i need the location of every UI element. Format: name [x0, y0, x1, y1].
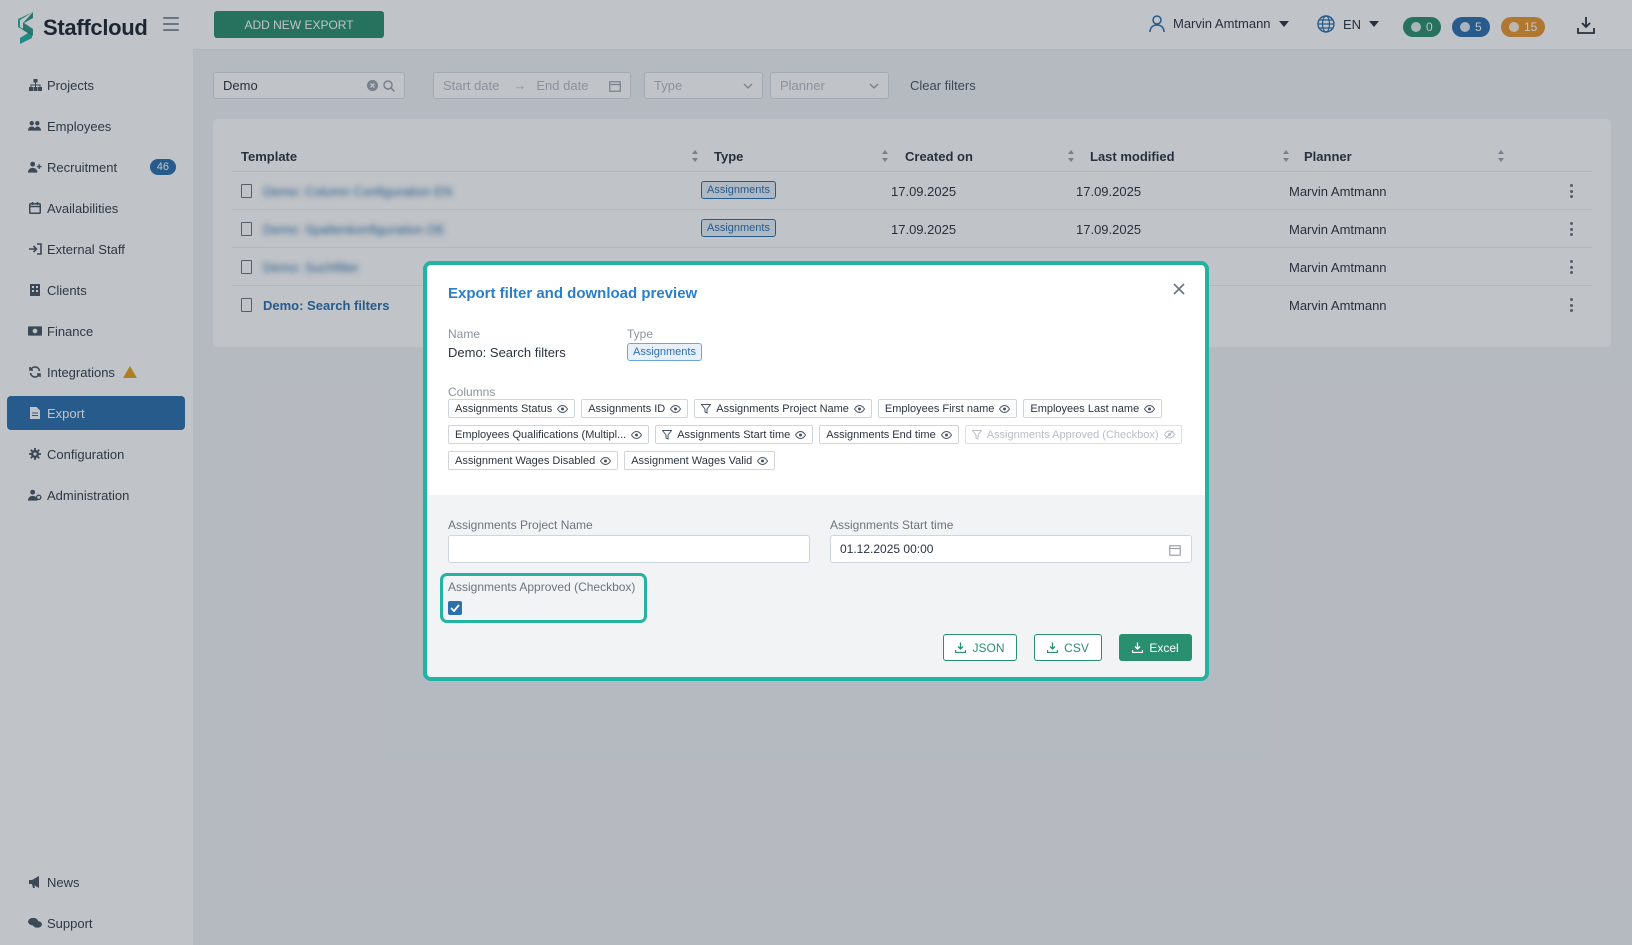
download-json-button[interactable]: JSON: [943, 634, 1017, 661]
csv-label: CSV: [1064, 640, 1089, 655]
start-time-value: 01.12.2025 00:00: [840, 542, 934, 556]
download-icon: [1047, 642, 1059, 653]
column-chip[interactable]: Assignments Project Name: [694, 399, 872, 418]
column-chip-label: Assignments ID: [588, 402, 666, 415]
columns-label: Columns: [448, 385, 496, 399]
eye-icon[interactable]: [999, 404, 1011, 413]
eye-icon[interactable]: [600, 456, 612, 465]
eye-icon[interactable]: [1144, 404, 1156, 413]
filter-icon: [701, 403, 712, 414]
column-chip-label: Assignments Start time: [677, 428, 791, 441]
filter-icon: [971, 429, 982, 440]
column-chip[interactable]: Employees Qualifications (Multipl...: [448, 425, 650, 444]
column-chip[interactable]: Assignments Start time: [655, 425, 814, 444]
project-name-label: Assignments Project Name: [448, 518, 593, 532]
eye-icon[interactable]: [940, 430, 952, 439]
column-chip-label: Assignments Project Name: [716, 402, 849, 415]
start-time-label: Assignments Start time: [830, 518, 954, 532]
column-chip-hidden[interactable]: Assignments Approved (Checkbox): [964, 425, 1182, 444]
filter-icon: [662, 429, 673, 440]
type-tag: Assignments: [627, 343, 702, 361]
column-chip-label: Assignments Status: [455, 402, 553, 415]
column-chip[interactable]: Assignment Wages Valid: [624, 451, 776, 470]
eye-icon[interactable]: [757, 456, 769, 465]
columns-list: Assignments Status Assignments ID Assign…: [448, 399, 1188, 470]
column-chip[interactable]: Assignments Status: [448, 399, 576, 418]
name-value: Demo: Search filters: [448, 345, 566, 360]
excel-label: Excel: [1149, 640, 1179, 655]
filter-inputs-section: Assignments Project Name Assignments Sta…: [427, 495, 1205, 677]
column-chip-label: Employees First name: [884, 402, 995, 415]
column-chip-label: Assignments End time: [826, 428, 936, 441]
column-chip[interactable]: Employees First name: [877, 399, 1018, 418]
eye-icon[interactable]: [853, 404, 865, 413]
checkmark-icon: [450, 604, 460, 612]
column-chip-label: Assignments Approved (Checkbox): [986, 428, 1159, 441]
download-icon: [1132, 642, 1144, 653]
column-chip[interactable]: Assignment Wages Disabled: [448, 451, 619, 470]
column-chip-label: Employees Qualifications (Multipl...: [455, 428, 627, 441]
column-chip-label: Assignment Wages Valid: [631, 454, 753, 467]
column-chip[interactable]: Employees Last name: [1023, 399, 1163, 418]
column-chip-label: Employees Last name: [1030, 402, 1140, 415]
calendar-icon[interactable]: [1169, 544, 1181, 556]
eye-slash-icon[interactable]: [1163, 430, 1175, 439]
download-csv-button[interactable]: CSV: [1034, 634, 1102, 661]
column-chip[interactable]: Assignments ID: [581, 399, 689, 418]
download-icon: [955, 642, 967, 653]
eye-icon[interactable]: [631, 430, 643, 439]
type-label: Type: [627, 327, 654, 341]
column-chip-label: Assignment Wages Disabled: [455, 454, 596, 467]
eye-icon[interactable]: [670, 404, 682, 413]
approved-checkbox[interactable]: [448, 601, 462, 615]
eye-icon[interactable]: [557, 404, 569, 413]
approved-label: Assignments Approved (Checkbox): [448, 580, 636, 594]
start-time-input[interactable]: 01.12.2025 00:00: [830, 535, 1192, 563]
project-name-input[interactable]: [448, 535, 810, 563]
export-preview-modal: Export filter and download preview Name …: [423, 261, 1209, 681]
download-excel-button[interactable]: Excel: [1119, 634, 1192, 661]
column-chip[interactable]: Assignments End time: [819, 425, 959, 444]
close-icon[interactable]: [1171, 281, 1187, 297]
json-label: JSON: [972, 640, 1005, 655]
name-label: Name: [448, 327, 481, 341]
modal-title: Export filter and download preview: [448, 285, 698, 302]
eye-icon[interactable]: [795, 430, 807, 439]
